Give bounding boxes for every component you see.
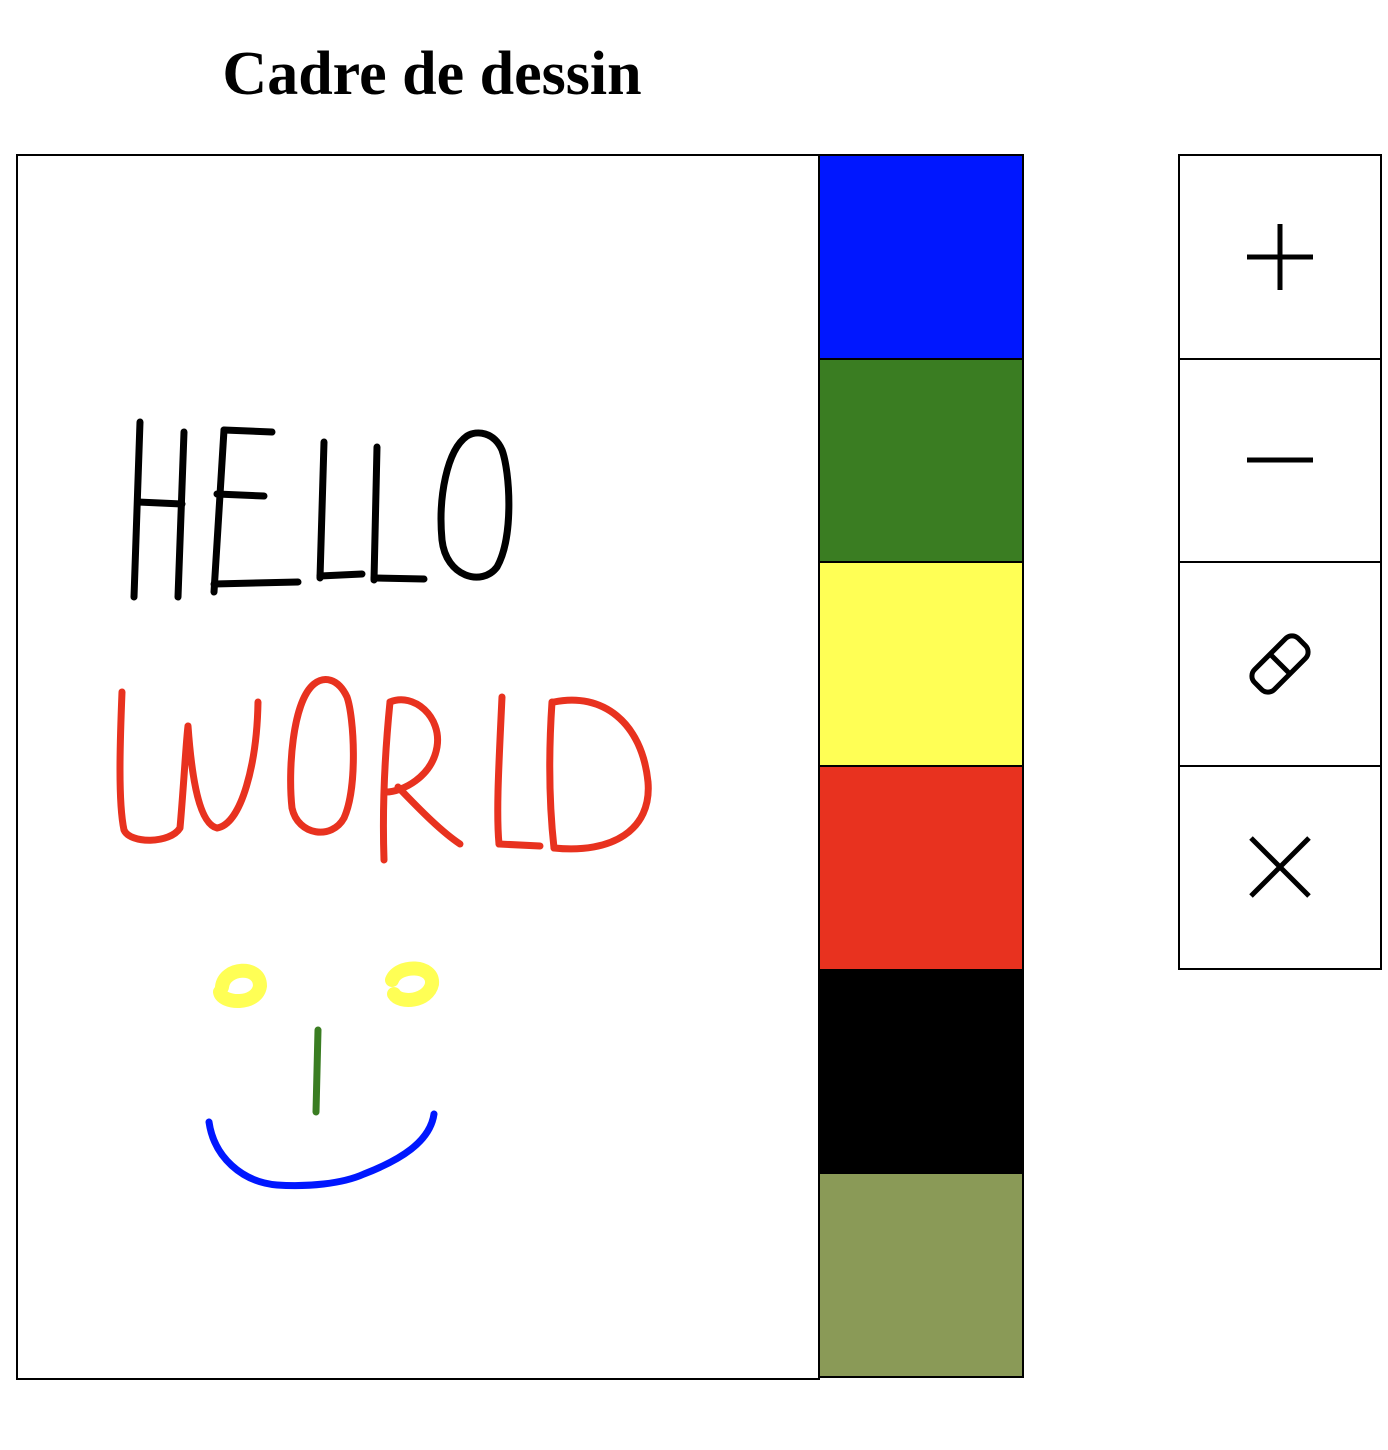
color-palette xyxy=(818,154,1024,1379)
close-icon xyxy=(1249,836,1311,899)
color-swatch-olive[interactable] xyxy=(818,1172,1024,1379)
color-swatch-blue[interactable] xyxy=(818,154,1024,360)
eraser-icon xyxy=(1249,633,1311,695)
drawing-eyes xyxy=(213,961,439,1009)
color-swatch-red[interactable] xyxy=(818,765,1024,971)
plus-icon xyxy=(1247,223,1313,290)
drawing-hello xyxy=(130,418,513,601)
color-swatch-black[interactable] xyxy=(818,968,1024,1175)
tool-panel xyxy=(1178,154,1382,970)
drawing-mouth xyxy=(205,1110,438,1190)
eraser-button[interactable] xyxy=(1178,561,1382,767)
color-swatch-yellow[interactable] xyxy=(818,561,1024,768)
page-title: Cadre de dessin xyxy=(222,40,642,108)
minus-icon xyxy=(1247,457,1313,463)
color-swatch-green[interactable] xyxy=(818,357,1024,564)
drawing-canvas[interactable] xyxy=(16,154,820,1380)
clear-button[interactable] xyxy=(1178,764,1382,970)
drawing-world xyxy=(116,676,652,864)
increase-size-button[interactable] xyxy=(1178,154,1382,360)
drawing-nose xyxy=(312,1026,322,1116)
decrease-size-button[interactable] xyxy=(1178,357,1382,563)
